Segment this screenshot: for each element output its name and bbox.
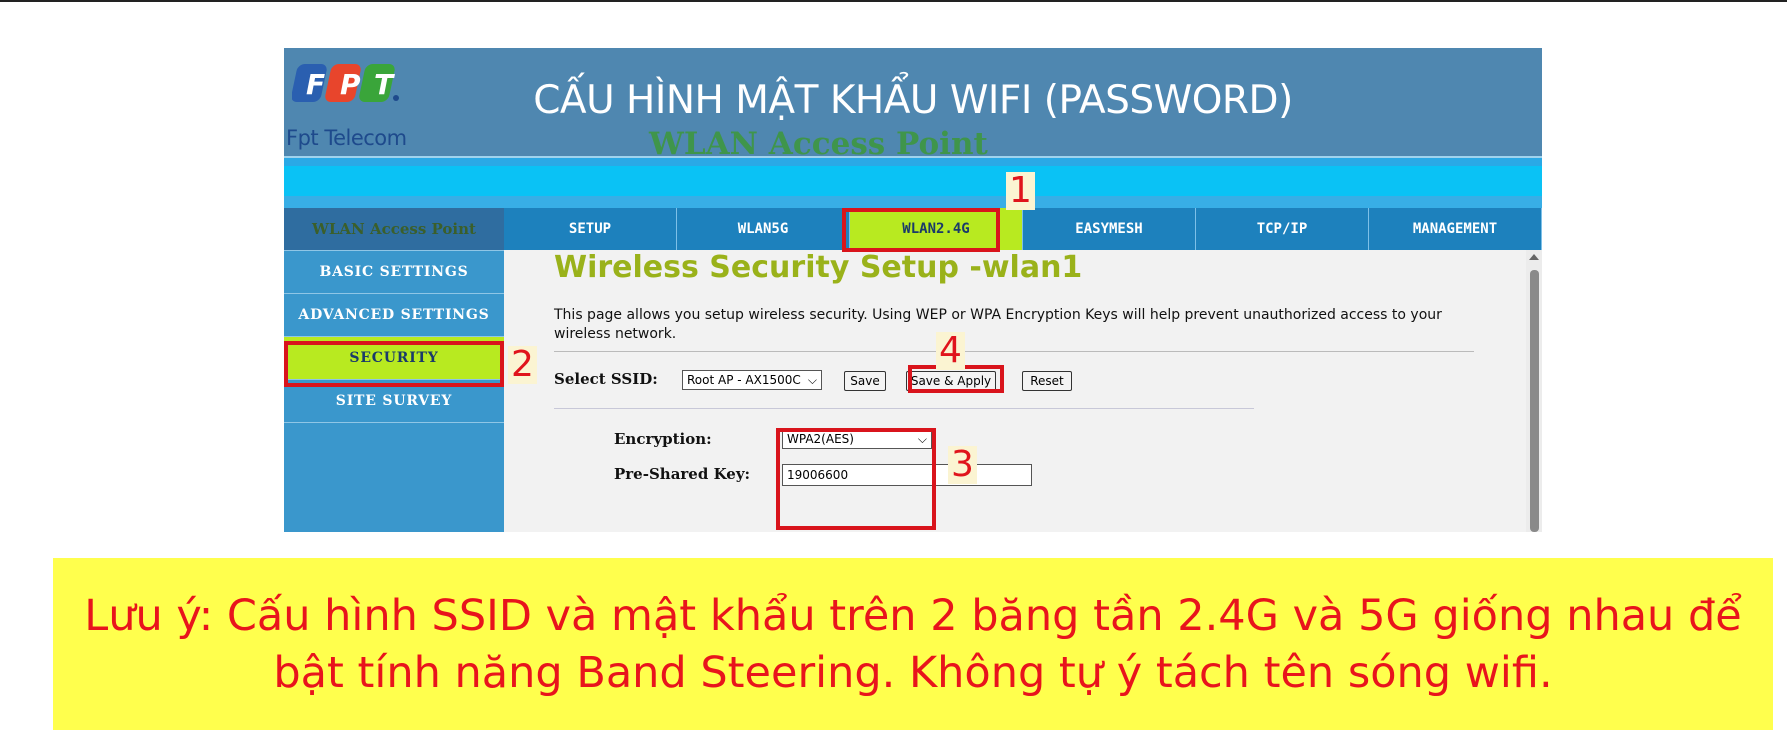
tab-easymesh[interactable]: EASYMESH <box>1023 208 1196 250</box>
save-button[interactable]: Save <box>844 371 886 391</box>
content-description: This page allows you setup wireless secu… <box>554 307 1442 342</box>
sidebar-item-basic-settings[interactable]: BASIC SETTINGS <box>284 251 504 294</box>
ssid-select-value: Root AP - AX1500C <box>687 373 801 387</box>
top-border-line <box>0 0 1787 2</box>
sidebar-head: WLAN Access Point <box>284 208 504 251</box>
reset-button[interactable]: Reset <box>1022 371 1072 391</box>
router-screenshot: F P T Fpt Telecom WLAN Access Point CẤU … <box>284 48 1542 532</box>
psk-label: Pre-Shared Key: <box>614 465 751 483</box>
chevron-down-icon: ⌵ <box>807 372 817 387</box>
content-area: Wireless Security Setup -wlan1 This page… <box>504 250 1542 532</box>
logo-text: Fpt Telecom <box>286 126 407 150</box>
ssid-label: Select SSID: <box>554 370 658 388</box>
note-text: Lưu ý: Cấu hình SSID và mật khẩu trên 2 … <box>53 588 1773 702</box>
note-banner: Lưu ý: Cấu hình SSID và mật khẩu trên 2 … <box>53 558 1773 730</box>
note-line-2: bật tính năng Band Steering. Không tự ý … <box>273 648 1553 698</box>
highlight-box-3 <box>776 428 936 530</box>
sidebar-item-advanced-settings[interactable]: ADVANCED SETTINGS <box>284 294 504 337</box>
divider-2 <box>554 408 1254 409</box>
tab-management[interactable]: MANAGEMENT <box>1369 208 1542 250</box>
tab-setup[interactable]: SETUP <box>504 208 677 250</box>
highlight-box-2 <box>284 341 504 387</box>
callout-number-1: 1 <box>1006 172 1035 210</box>
header-band <box>284 156 1542 208</box>
scroll-up-arrow-icon[interactable] <box>1529 254 1539 260</box>
encryption-label: Encryption: <box>614 430 712 448</box>
scroll-thumb[interactable] <box>1530 270 1539 532</box>
callout-number-3: 3 <box>948 446 977 484</box>
top-tabs: SETUP WLAN5G WLAN2.4G EASYMESH TCP/IP MA… <box>504 208 1542 250</box>
scrollbar[interactable] <box>1526 250 1542 532</box>
ssid-select[interactable]: Root AP - AX1500C ⌵ <box>682 370 822 390</box>
divider <box>554 351 1474 352</box>
highlight-box-1 <box>842 208 1000 252</box>
callout-number-4: 4 <box>936 332 965 370</box>
note-line-1: Lưu ý: Cấu hình SSID và mật khẩu trên 2 … <box>84 591 1742 641</box>
page-heading: CẤU HÌNH MẬT KHẨU WIFI (PASSWORD) <box>533 78 1293 123</box>
tab-wlan5g[interactable]: WLAN5G <box>677 208 850 250</box>
content-title: Wireless Security Setup -wlan1 <box>554 250 1083 285</box>
router-header: F P T Fpt Telecom WLAN Access Point CẤU … <box>284 48 1542 162</box>
tab-tcpip[interactable]: TCP/IP <box>1196 208 1369 250</box>
callout-number-2: 2 <box>508 346 537 384</box>
